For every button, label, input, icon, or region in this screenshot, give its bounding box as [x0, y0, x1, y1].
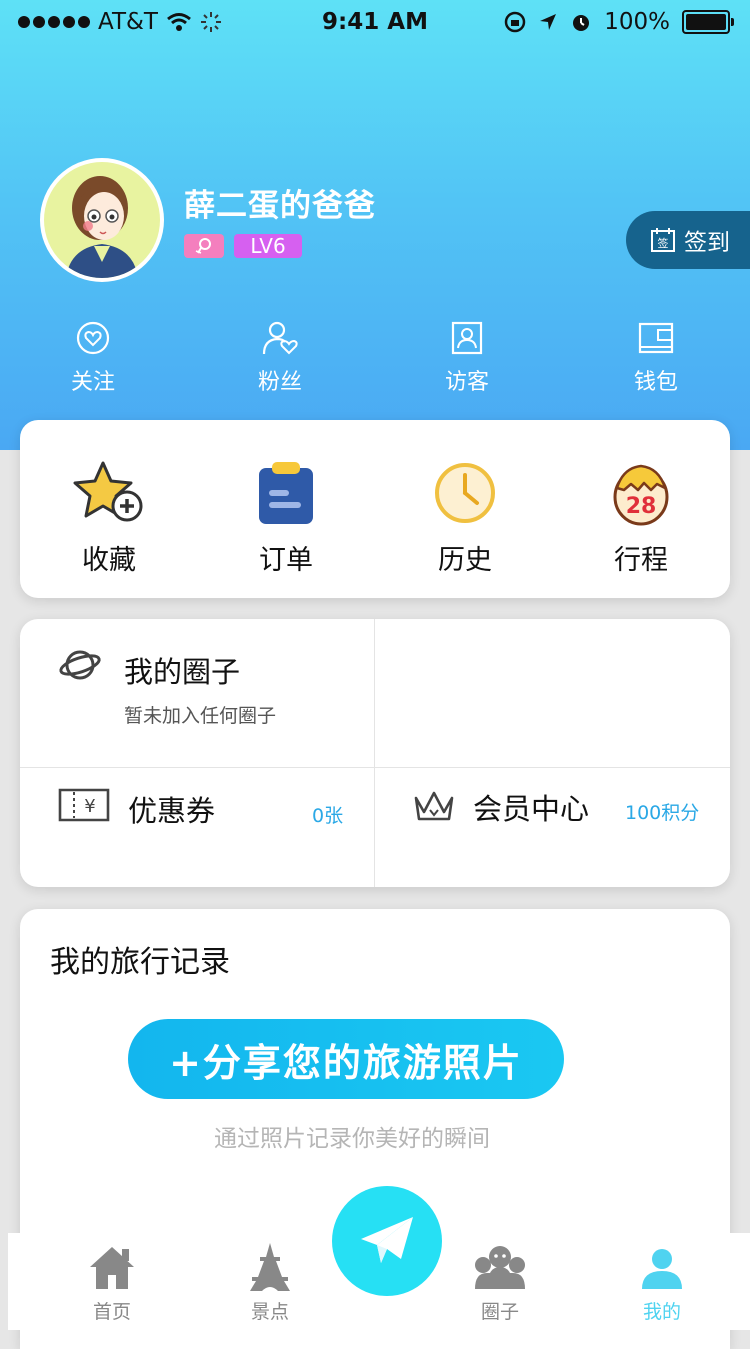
battery-icon	[682, 10, 734, 34]
coupon-icon: ¥	[58, 788, 110, 822]
quick-link-label: 访客	[444, 370, 489, 395]
my-circles-subtitle: 暂未加入任何圈子	[124, 705, 277, 727]
itinerary-badge-text: 28	[626, 494, 657, 519]
tab-circles[interactable]: 圈子	[440, 1241, 560, 1324]
planet-icon	[59, 650, 101, 680]
tab-label: 景点	[250, 1301, 289, 1323]
quick-link-fans[interactable]: 粉丝	[220, 318, 340, 396]
alarm-icon	[573, 15, 590, 31]
tab-label: 首页	[92, 1301, 131, 1323]
crown-icon	[414, 791, 454, 821]
quick-link-visitors[interactable]: 访客	[407, 318, 527, 396]
quick-link-label: 钱包	[633, 370, 678, 395]
feature-label: 收藏	[82, 545, 136, 576]
group-icon	[475, 1246, 525, 1289]
coupon-icon-text: ¥	[84, 796, 95, 817]
coupons-cell[interactable]: ¥ 优惠券 0张	[20, 768, 374, 887]
egg-calendar-icon: 28	[613, 464, 669, 526]
gender-badge	[184, 234, 224, 258]
membership-title: 会员中心	[473, 792, 590, 826]
travel-record-title: 我的旅行记录	[50, 945, 230, 980]
female-icon	[195, 238, 211, 254]
coupons-title: 优惠券	[128, 794, 216, 828]
quick-link-wallet[interactable]: 钱包	[596, 318, 716, 396]
services-card: 我的圈子 暂未加入任何圈子 ¥ 优惠券 0张 会员中心 100积分	[20, 619, 730, 887]
clipboard-icon	[259, 462, 313, 524]
feature-history[interactable]: 历史	[395, 460, 535, 577]
star-add-icon	[73, 461, 143, 522]
tab-label: 圈子	[480, 1301, 519, 1323]
coupons-count: 0张	[312, 805, 344, 827]
location-icon	[540, 14, 557, 30]
feature-favorites[interactable]: 收藏	[39, 460, 179, 577]
tab-label: 我的	[642, 1301, 681, 1323]
username: 薛二蛋的爸爸	[184, 188, 376, 224]
features-card: 收藏 订单 历史 28 行程	[20, 420, 730, 598]
tower-icon	[250, 1243, 290, 1291]
paper-plane-icon	[361, 1217, 413, 1263]
tab-mine[interactable]: 我的	[602, 1241, 722, 1324]
quick-link-label: 粉丝	[257, 370, 302, 395]
membership-points: 100积分	[625, 802, 700, 824]
checkin-icon-text: 签	[658, 236, 669, 250]
home-icon	[90, 1247, 134, 1289]
feature-label: 订单	[259, 545, 313, 576]
quick-link-follow[interactable]: 关注	[33, 318, 153, 396]
share-photos-button[interactable]: +分享您的旅游照片	[128, 1019, 564, 1099]
feature-label: 行程	[614, 545, 668, 576]
tab-home[interactable]: 首页	[52, 1241, 172, 1324]
level-badge: LV6	[234, 234, 302, 258]
checkin-label: 签到	[684, 230, 730, 256]
heart-circle-icon	[76, 321, 110, 355]
quick-link-label: 关注	[70, 370, 115, 395]
feature-orders[interactable]: 订单	[216, 460, 356, 577]
my-circles-cell[interactable]: 我的圈子 暂未加入任何圈子	[20, 619, 374, 767]
fans-icon	[262, 321, 298, 355]
checkin-button[interactable]: 签 签到	[626, 211, 750, 269]
clock-icon	[435, 463, 495, 523]
feature-itinerary[interactable]: 28 行程	[571, 460, 711, 577]
calendar-sign-icon: 签	[651, 228, 675, 252]
avatar[interactable]	[40, 158, 164, 282]
feature-label: 历史	[438, 545, 492, 576]
status-bar: AT&T 9:41 AM 100%	[0, 0, 750, 44]
membership-cell[interactable]: 会员中心 100积分	[375, 768, 730, 887]
tab-attractions[interactable]: 景点	[210, 1241, 330, 1324]
battery-percent: 100%	[604, 9, 670, 35]
visitor-icon	[451, 321, 483, 355]
user-icon	[642, 1249, 682, 1289]
wallet-icon	[638, 322, 674, 354]
my-circles-title: 我的圈子	[124, 655, 241, 689]
publish-fab[interactable]	[332, 1186, 442, 1296]
rotation-lock-icon	[504, 11, 526, 33]
share-hint: 通过照片记录你美好的瞬间	[214, 1126, 490, 1152]
